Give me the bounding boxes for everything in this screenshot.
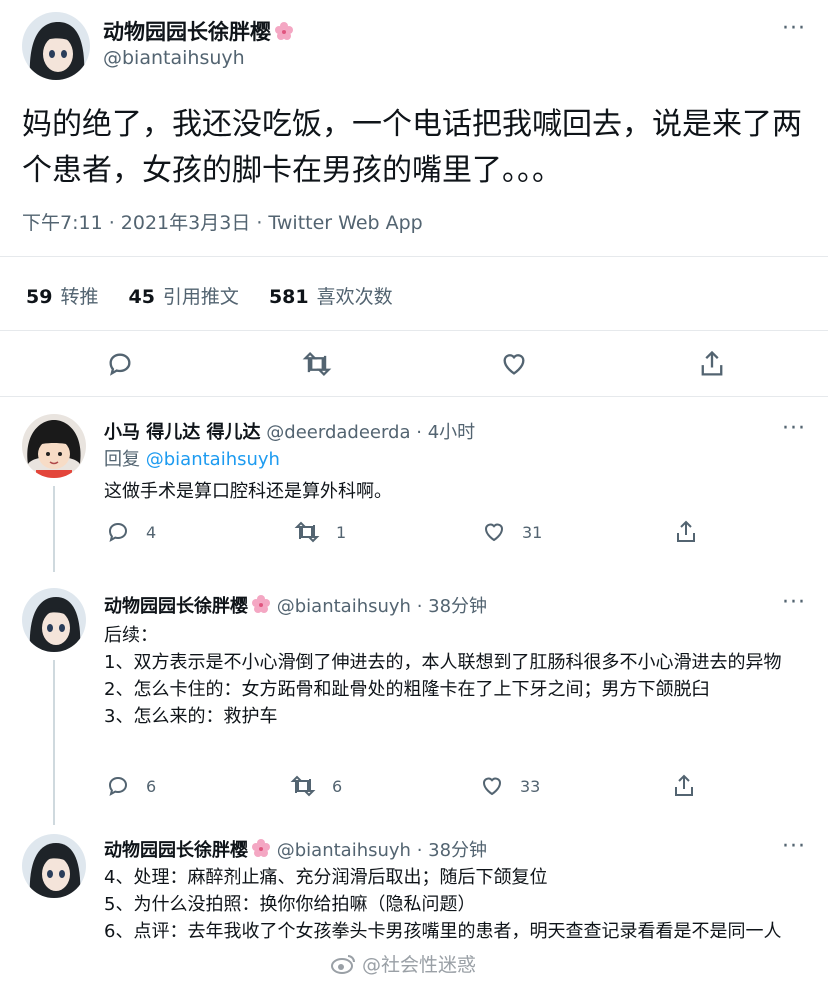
retweet-icon (290, 775, 316, 797)
like-button[interactable]: 31 (482, 520, 542, 544)
reply-avatar[interactable] (22, 588, 86, 652)
stat-likes[interactable]: 581 喜欢次数 (269, 282, 393, 309)
author-name[interactable]: 动物园园长徐胖樱 (103, 16, 294, 46)
stat-quotes-count: 45 (128, 286, 155, 308)
like-button[interactable] (500, 350, 528, 378)
retweet-button[interactable] (302, 350, 332, 378)
replying-to-label: 回复 (104, 449, 140, 470)
like-button[interactable]: 33 (480, 774, 540, 798)
cherry-blossom-icon (252, 839, 270, 857)
reply-button[interactable]: 6 (106, 774, 156, 798)
stat-quotes[interactable]: 45 引用推文 (128, 282, 238, 309)
more-options-icon[interactable]: ··· (782, 418, 806, 440)
reply-header: 动物园园长徐胖樱 @biantaihsuyh · 38分钟 (104, 836, 487, 862)
cherry-blossom-icon (275, 22, 293, 40)
reply-count: 6 (146, 776, 157, 796)
stat-retweets[interactable]: 59 转推 (26, 282, 98, 309)
reply-icon (108, 522, 128, 543)
author-handle[interactable]: @biantaihsuyh (103, 47, 245, 69)
replying-to: 回复 @biantaihsuyh (104, 446, 819, 473)
reply-text-line: 后续： (104, 625, 158, 646)
more-options-icon[interactable]: ··· (782, 592, 806, 614)
stat-quotes-label: 引用推文 (162, 286, 239, 308)
reply-text-line: 3、怎么来的：救护车 (104, 706, 278, 727)
tweet-text: 妈的绝了，我还没吃饭，一个电话把我喊回去，说是来了两个患者，女孩的脚卡在男孩的嘴… (22, 107, 802, 188)
reply-timestamp[interactable]: · 4小时 (416, 422, 475, 443)
share-button[interactable] (698, 349, 726, 379)
stat-likes-label: 喜欢次数 (316, 286, 393, 308)
divider (0, 396, 828, 397)
reply-text-line: 4、处理：麻醉剂止痛、充分润滑后取出；随后下颌复位 (104, 867, 548, 888)
share-icon (701, 350, 723, 376)
reply-text-line: 5、为什么没拍照：换你你给拍嘛（隐私问题） (104, 894, 476, 915)
reply-text-line: 1、双方表示是不小心滑倒了伸进去的，本人联想到了肛肠科很多不小心滑进去的异物 (104, 652, 782, 673)
reply-author-handle[interactable]: @deerdadeerda (266, 422, 410, 443)
reply-author-handle[interactable]: @biantaihsuyh (277, 840, 411, 861)
reply-author-name[interactable]: 小马 得儿达 得儿达 (104, 422, 261, 443)
reply-icon (109, 353, 131, 376)
more-options-icon[interactable]: ··· (782, 836, 806, 858)
reply-text: 这做手术是算口腔科还是算外科啊。 (104, 478, 819, 505)
reply-icon (108, 776, 128, 797)
reply-header: 小马 得儿达 得儿达 @deerdadeerda · 4小时 (104, 418, 475, 444)
reply-text: 后续： 1、双方表示是不小心滑倒了伸进去的，本人联想到了肛肠科很多不小心滑进去的… (104, 622, 819, 730)
weibo-logo-icon (331, 954, 355, 974)
stat-retweets-label: 转推 (60, 286, 99, 308)
reply-author-handle[interactable]: @biantaihsuyh (277, 596, 411, 617)
watermark: @社会性迷惑 (330, 950, 476, 977)
reply-text-line: 这做手术是算口腔科还是算外科啊。 (104, 481, 392, 502)
divider (0, 256, 828, 257)
reply-avatar[interactable] (22, 834, 86, 898)
thread-line (53, 486, 55, 572)
reply-timestamp[interactable]: · 38分钟 (417, 596, 487, 617)
divider (0, 330, 828, 331)
reply-text: 4、处理：麻醉剂止痛、充分润滑后取出；随后下颌复位 5、为什么没拍照：换你你给拍… (104, 864, 819, 945)
reply-text-line: 6、点评：去年我收了个女孩拳头卡男孩嘴里的患者，明天查查记录看看是不是同一人 (104, 921, 782, 942)
heart-icon (484, 523, 504, 542)
reply-text-line: 2、怎么卡住的：女方跖骨和趾骨处的粗隆卡在了上下牙之间；男方下颌脱臼 (104, 679, 710, 700)
like-count: 33 (520, 776, 541, 796)
tweet-stats: 59 转推 45 引用推文 581 喜欢次数 (26, 282, 393, 309)
reply-button[interactable]: 4 (106, 520, 156, 544)
replying-to-handle[interactable]: @biantaihsuyh (146, 449, 280, 470)
tweet-meta: 下午7:11 · 2021年3月3日 · Twitter Web App (22, 212, 423, 234)
cherry-blossom-icon (252, 595, 270, 613)
reply-count: 4 (146, 522, 157, 542)
author-name-text[interactable]: 动物园园长徐胖樱 (103, 20, 271, 44)
share-icon (677, 520, 695, 542)
more-options-icon[interactable]: ··· (782, 18, 806, 40)
share-button[interactable] (672, 773, 696, 799)
share-button[interactable] (674, 519, 698, 545)
heart-icon (482, 777, 502, 796)
stat-retweets-count: 59 (26, 286, 53, 308)
retweet-button[interactable]: 1 (294, 520, 346, 544)
thread-line (53, 660, 55, 825)
reply-button[interactable] (106, 350, 134, 378)
retweet-button[interactable]: 6 (290, 774, 342, 798)
retweet-count: 1 (336, 522, 347, 542)
reply-author-name[interactable]: 动物园园长徐胖樱 (104, 596, 248, 617)
retweet-icon (294, 521, 320, 543)
retweet-icon (302, 351, 332, 377)
reply-author-name[interactable]: 动物园园长徐胖樱 (104, 840, 248, 861)
share-icon (675, 774, 693, 796)
stat-likes-count: 581 (268, 286, 309, 308)
reply-timestamp[interactable]: · 38分钟 (417, 840, 487, 861)
reply-avatar[interactable] (22, 414, 86, 478)
reply-header: 动物园园长徐胖樱 @biantaihsuyh · 38分钟 (104, 592, 487, 618)
author-avatar[interactable] (22, 12, 90, 80)
heart-icon (503, 354, 525, 375)
like-count: 31 (522, 522, 543, 542)
watermark-text: @社会性迷惑 (362, 954, 477, 976)
retweet-count: 6 (332, 776, 343, 796)
